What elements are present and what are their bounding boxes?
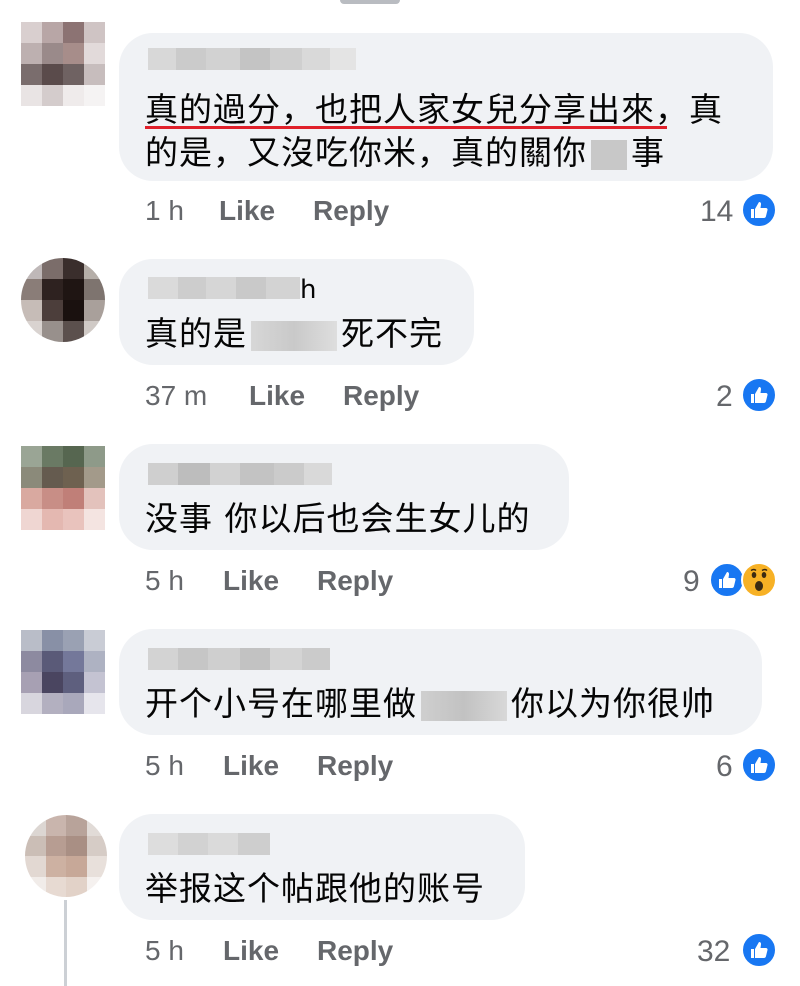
comment-text: 没事 你以后也会生女儿的 <box>145 499 531 538</box>
commenter-name-blurred[interactable] <box>148 648 330 670</box>
red-underline-annotation <box>145 126 667 129</box>
comment-text: 举报这个帖跟他的账号 <box>145 869 485 908</box>
like-icon <box>741 192 777 228</box>
comment-time[interactable]: 5 h <box>145 750 184 782</box>
comment-time[interactable]: 1 h <box>145 195 184 227</box>
like-button[interactable]: Like <box>219 195 275 227</box>
comment-text-part: 的是，又沒吃你米，真的關你 <box>145 133 587 172</box>
like-icon <box>741 747 777 783</box>
name-tail-letter: h <box>300 275 318 305</box>
commenter-name-blurred[interactable] <box>148 833 270 855</box>
comment-time[interactable]: 5 h <box>145 565 184 597</box>
like-icon <box>709 562 745 598</box>
cut-off-element <box>340 0 400 4</box>
wow-icon <box>741 562 777 598</box>
reaction-count[interactable]: 9 <box>683 565 700 599</box>
comment-text-part: 死不完 <box>341 314 443 353</box>
reaction-count[interactable]: 6 <box>716 750 733 784</box>
comment-text-part: 事 <box>631 133 665 172</box>
reply-button[interactable]: Reply <box>313 195 389 227</box>
thread-line <box>64 900 67 986</box>
censored-blur <box>251 320 337 351</box>
like-icon <box>741 377 777 413</box>
like-button[interactable]: Like <box>223 565 279 597</box>
comment-time[interactable]: 37 m <box>145 380 207 412</box>
reply-button[interactable]: Reply <box>343 380 419 412</box>
avatar[interactable] <box>25 815 107 897</box>
like-icon <box>741 932 777 968</box>
reaction-count[interactable]: 2 <box>716 380 733 414</box>
censored-blur <box>421 690 507 721</box>
comment-text: 开个小号在哪里做 你以为你很帅 <box>145 684 715 724</box>
reply-button[interactable]: Reply <box>317 750 393 782</box>
avatar[interactable] <box>21 22 105 106</box>
comment-text: 真的是 死不完 <box>145 314 443 354</box>
like-button[interactable]: Like <box>249 380 305 412</box>
commenter-name-blurred[interactable] <box>148 277 300 299</box>
comment-text-part: 真的是 <box>145 314 247 353</box>
like-button[interactable]: Like <box>223 750 279 782</box>
comment-text-part: 开个小号在哪里做 <box>145 684 417 723</box>
avatar[interactable] <box>21 630 105 714</box>
reaction-count[interactable]: 32 <box>697 935 730 969</box>
censored-blur <box>591 139 627 170</box>
comment-time[interactable]: 5 h <box>145 935 184 967</box>
comment-text-line-1: 真的過分，也把人家女兒分享出來，真 <box>145 90 723 129</box>
reply-button[interactable]: Reply <box>317 935 393 967</box>
commenter-name-blurred[interactable] <box>148 463 332 485</box>
like-button[interactable]: Like <box>223 935 279 967</box>
reaction-count[interactable]: 14 <box>700 195 733 229</box>
comment-text-line-2: 的是，又沒吃你米，真的關你 事 <box>145 133 665 173</box>
reply-button[interactable]: Reply <box>317 565 393 597</box>
avatar[interactable] <box>21 446 105 530</box>
comment-text-part: 你以为你很帅 <box>511 684 715 723</box>
avatar[interactable] <box>21 258 105 342</box>
commenter-name-blurred[interactable] <box>148 48 356 70</box>
